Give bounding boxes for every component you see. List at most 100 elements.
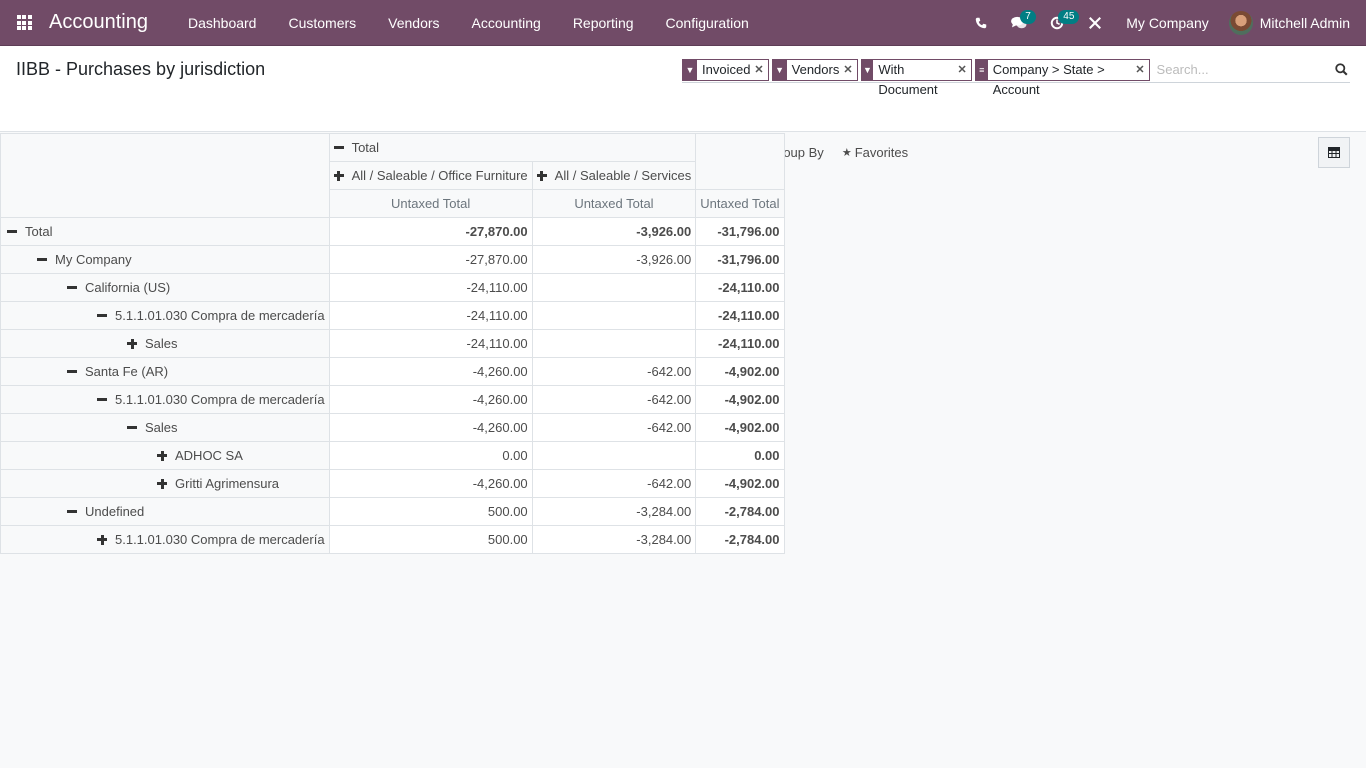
user-menu[interactable]: Mitchell Admin [1228,10,1366,35]
pivot-cell[interactable]: -4,260.00 [328,413,533,442]
apps-menu-icon[interactable] [0,0,48,46]
pivot-cell[interactable]: -3,284.00 [531,497,697,526]
app-name[interactable]: Accounting [49,11,148,34]
pivot-cell[interactable] [531,329,697,358]
row-header[interactable]: Sales [0,413,330,442]
user-name: Mitchell Admin [1259,14,1350,31]
row-header[interactable]: My Company [0,245,330,274]
measure-header[interactable]: Untaxed Total [695,189,785,218]
pivot-cell[interactable] [531,273,697,302]
messages-badge: 7 [1020,9,1036,24]
row-header[interactable]: 5.1.1.01.030 Compra de mercadería [0,301,330,330]
pivot-cell[interactable]: -3,284.00 [531,525,697,554]
cell-row-total[interactable]: -4,902.00 [695,469,785,498]
cell-row-total[interactable]: -31,796.00 [695,217,785,246]
row-header[interactable]: Sales [0,329,330,358]
cell-row-total[interactable]: -4,902.00 [695,357,785,386]
measure-header[interactable]: Untaxed Total [328,189,533,218]
pivot-cell[interactable] [531,441,697,470]
pivot-cell[interactable]: 0.00 [328,441,533,470]
col-header-services[interactable]: All / Saleable / Services [531,161,697,190]
row-header[interactable]: Total [0,217,330,246]
remove-facet-icon[interactable]: ✕ [843,60,856,80]
row-header-label: Gritti Agrimensura [175,476,280,491]
cell-row-total[interactable]: 0.00 [695,441,785,470]
pivot-cell[interactable]: -24,110.00 [328,273,533,302]
expand-icon [127,338,137,349]
pivot-cell[interactable]: -4,260.00 [328,357,533,386]
pivot-cell[interactable]: -3,926.00 [531,245,697,274]
facet-label: With Document [878,61,938,97]
remove-facet-icon[interactable]: ✕ [754,60,767,80]
facet-with-document: ▼ With Document ✕ [860,58,972,97]
page-title: IIBB - Purchases by jurisdiction [16,59,266,79]
company-switcher[interactable]: My Company [1114,15,1228,31]
col-header-label: Total [351,140,380,155]
row-header[interactable]: ADHOC SA [0,441,330,470]
search-bar: ▼ Invoiced ✕ ▼ Vendors ✕ ▼ With Document… [682,57,1350,97]
pivot-cell[interactable]: 500.00 [328,497,533,526]
row-header-label: California (US) [85,280,171,295]
pivot-cell[interactable]: -642.00 [531,413,697,442]
menu-configuration[interactable]: Configuration [650,0,765,46]
pivot-row: Santa Fe (AR) -4,260.00 -642.00 -4,902.00 [0,357,785,386]
cell-row-total[interactable]: -24,110.00 [695,329,785,358]
pivot-cell[interactable]: 500.00 [328,525,533,554]
pivot-cell[interactable]: -642.00 [531,385,697,414]
cell-row-total[interactable]: -4,902.00 [695,413,785,442]
pivot-row: Sales -4,260.00 -642.00 -4,902.00 [0,413,785,442]
menu-accounting[interactable]: Accounting [456,0,557,46]
pivot-table-container: Total All / Saleable / Office Furniture … [0,133,785,554]
row-header-label: Sales [145,336,178,351]
filter-icon: ▼ [683,59,697,80]
cell-row-total[interactable]: -2,784.00 [695,497,785,526]
pivot-cell[interactable] [531,301,697,330]
cell-row-total[interactable]: -24,110.00 [695,301,785,330]
menu-vendors[interactable]: Vendors [372,0,455,46]
row-header[interactable]: California (US) [0,273,330,302]
pivot-row: My Company -27,870.00 -3,926.00 -31,796.00 [0,245,785,274]
search-input[interactable] [1156,62,1333,77]
col-header-total[interactable]: Total [328,133,697,162]
row-header[interactable]: 5.1.1.01.030 Compra de mercadería [0,525,330,554]
pivot-cell[interactable]: -24,110.00 [328,329,533,358]
row-header[interactable]: Undefined [0,497,330,526]
row-header-label: Undefined [85,504,145,519]
messages-icon[interactable]: 7 [1000,0,1038,46]
remove-facet-icon[interactable]: ✕ [957,60,970,80]
pivot-cell[interactable]: -642.00 [531,469,697,498]
menu-dashboard[interactable]: Dashboard [172,0,273,46]
groupby-icon: ≡ [975,59,988,80]
expand-icon [333,170,344,181]
pivot-cell[interactable]: -642.00 [531,357,697,386]
col-header-office-furniture[interactable]: All / Saleable / Office Furniture [328,161,533,190]
cell-row-total[interactable]: -24,110.00 [695,273,785,302]
pivot-cell[interactable]: -27,870.00 [328,245,533,274]
debug-tools-icon[interactable] [1076,0,1114,46]
row-header[interactable]: Santa Fe (AR) [0,357,330,386]
pivot-cell[interactable]: -4,260.00 [328,385,533,414]
pivot-cell[interactable]: -27,870.00 [328,217,533,246]
phone-icon[interactable] [962,0,1000,46]
facet-groupby: ≡ Company > State > Account ✕ [974,58,1150,97]
col-header-label: All / Saleable / Office Furniture [351,168,528,183]
collapse-icon [97,314,107,318]
cell-row-total[interactable]: -4,902.00 [695,385,785,414]
search-icon[interactable] [1333,63,1350,76]
pivot-cell[interactable]: -4,260.00 [328,469,533,498]
remove-facet-icon[interactable]: ✕ [1135,60,1148,80]
menu-reporting[interactable]: Reporting [557,0,650,46]
activities-icon[interactable]: 45 [1038,0,1080,46]
pivot-cell[interactable]: -3,926.00 [531,217,697,246]
row-header[interactable]: 5.1.1.01.030 Compra de mercadería [0,385,330,414]
measure-header[interactable]: Untaxed Total [531,189,697,218]
favorites-dropdown[interactable]: ★ Favorites [842,145,908,160]
row-header[interactable]: Gritti Agrimensura [0,469,330,498]
pivot-row: 5.1.1.01.030 Compra de mercadería -24,110… [0,301,785,330]
cell-row-total[interactable]: -31,796.00 [695,245,785,274]
pivot-cell[interactable]: -24,110.00 [328,301,533,330]
cell-row-total[interactable]: -2,784.00 [695,525,785,554]
pivot-view-button[interactable] [1318,137,1350,168]
menu-customers[interactable]: Customers [272,0,372,46]
expand-icon [97,534,107,545]
